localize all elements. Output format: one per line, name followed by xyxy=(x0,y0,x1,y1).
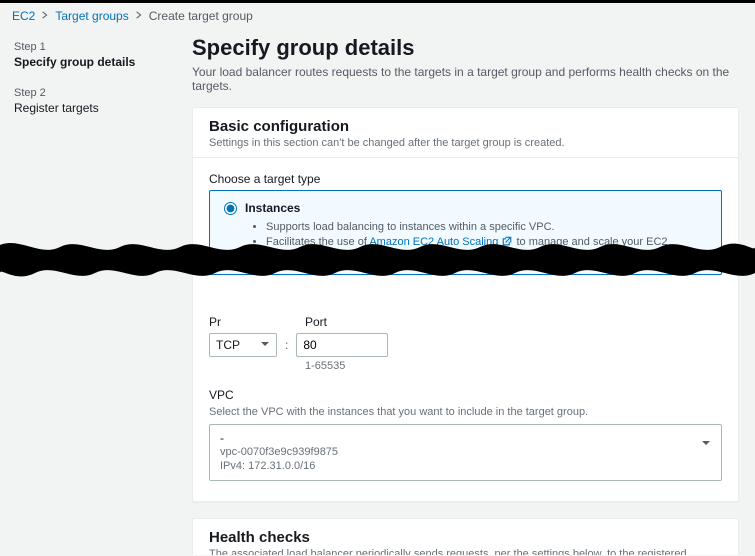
step2-label: Step 2 xyxy=(14,87,168,99)
vpc-value-id: vpc-0070f3e9c939f9875 xyxy=(220,445,338,459)
basic-config-subtitle: Settings in this section can't be change… xyxy=(209,137,722,149)
basic-config-title: Basic configuration xyxy=(209,118,722,135)
basic-configuration-panel: Basic configuration Settings in this sec… xyxy=(192,107,739,502)
health-checks-title: Health checks xyxy=(209,529,722,546)
protocol-port-colon: : xyxy=(285,338,288,352)
step2-name[interactable]: Register targets xyxy=(14,101,168,115)
caret-down-icon xyxy=(701,431,711,451)
vpc-label: VPC xyxy=(209,388,722,402)
chevron-right-icon xyxy=(135,11,143,22)
port-hint: 1-65535 xyxy=(305,360,722,372)
page-description: Your load balancer routes requests to th… xyxy=(192,65,739,93)
wizard-sidebar: Step 1 Specify group details Step 2 Regi… xyxy=(0,29,182,555)
breadcrumb-ec2-link[interactable]: EC2 xyxy=(12,9,35,23)
health-checks-subtitle: The associated load balancer periodicall… xyxy=(209,548,722,555)
vpc-value-cidr: IPv4: 172.31.0.0/16 xyxy=(220,459,338,473)
breadcrumb-target-groups-link[interactable]: Target groups xyxy=(55,9,128,23)
vpc-select[interactable]: - vpc-0070f3e9c939f9875 IPv4: 172.31.0.0… xyxy=(209,424,722,481)
step1-label: Step 1 xyxy=(14,41,168,53)
target-type-instances-radio[interactable] xyxy=(224,202,237,215)
target-type-instances-card[interactable]: Instances Supports load balancing to ins… xyxy=(209,190,722,275)
instances-bullet-2: Facilitates the use of Amazon EC2 Auto S… xyxy=(266,235,707,260)
chevron-right-icon xyxy=(41,11,49,22)
health-checks-panel: Health checks The associated load balanc… xyxy=(192,518,739,555)
vpc-help: Select the VPC with the instances that y… xyxy=(209,406,722,418)
caret-down-icon xyxy=(260,338,270,352)
target-type-label: Choose a target type xyxy=(209,172,722,186)
vpc-value-dash: - xyxy=(220,431,338,445)
protocol-label-partial: Pr xyxy=(209,315,221,329)
page-title: Specify group details xyxy=(192,35,739,61)
step1-name[interactable]: Specify group details xyxy=(14,55,168,69)
external-link-icon xyxy=(501,235,513,247)
breadcrumb: EC2 Target groups Create target group xyxy=(0,3,755,29)
auto-scaling-link[interactable]: Amazon EC2 Auto Scaling xyxy=(369,236,513,248)
instances-bullet-1: Supports load balancing to instances wit… xyxy=(266,221,707,233)
port-input[interactable] xyxy=(296,333,388,357)
breadcrumb-current: Create target group xyxy=(149,9,253,23)
protocol-value: TCP xyxy=(216,338,240,352)
port-label: Port xyxy=(305,315,327,329)
target-type-instances-title: Instances xyxy=(245,201,300,215)
protocol-select[interactable]: TCP xyxy=(209,333,277,357)
